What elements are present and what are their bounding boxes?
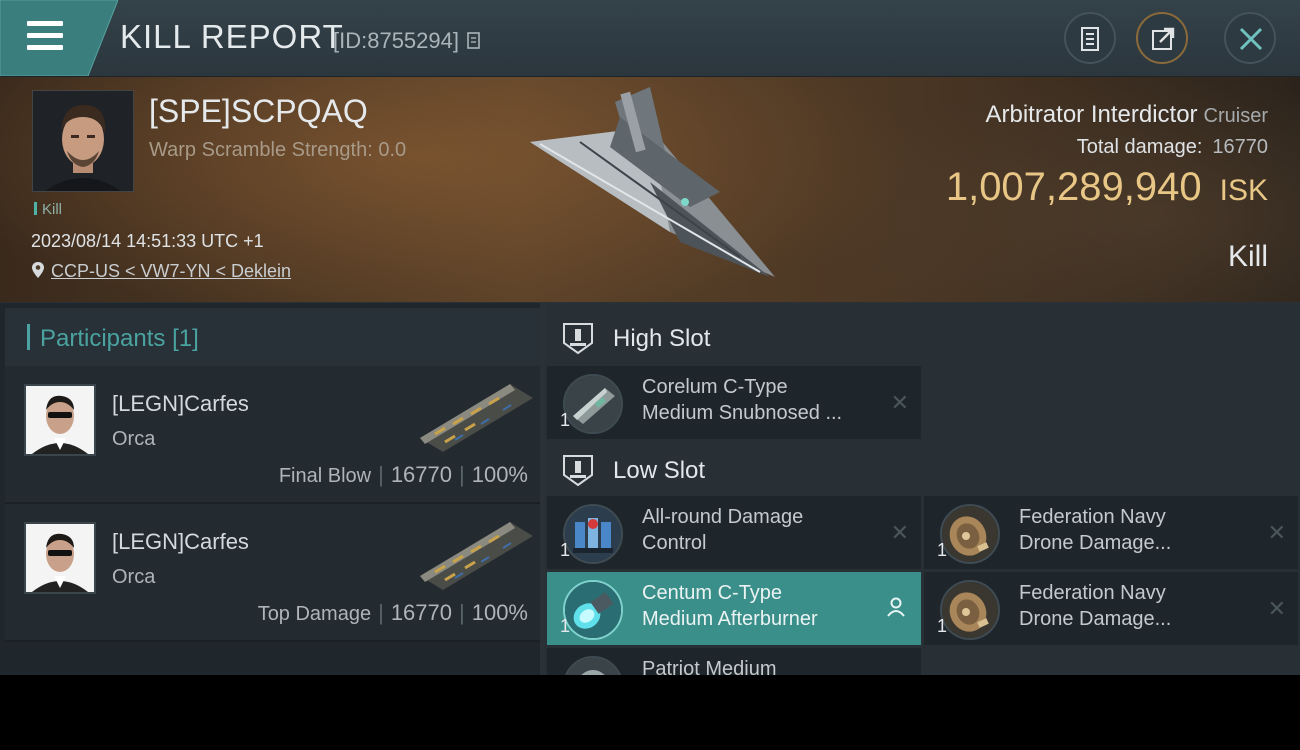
close-button[interactable] [1224,12,1276,64]
participant-damage: 16770 [390,462,452,487]
warp-scramble-strength: Warp Scramble Strength: 0.0 [149,139,407,161]
notes-icon [1081,27,1099,51]
afterburner-icon [563,580,623,640]
participant-role: Top Damage [257,603,372,625]
module-item[interactable]: Patriot Medium [547,648,921,675]
module-quantity: 1 [937,540,948,560]
module-item[interactable]: 1 Federation Navy Drone Damage... ✕ [924,496,1298,569]
participant-ship: Orca [112,566,156,588]
ship-class: Cruiser [1203,105,1268,127]
module-name-line1: Centum C-Type [642,582,783,604]
snubnosed-launcher-icon [563,374,623,434]
participant-name[interactable]: [LEGN]Carfes [112,391,249,417]
report-id-text: [ID:8755294] [333,28,459,53]
kill-location[interactable]: CCP-US < VW7-YN < Deklein [31,261,291,282]
participant-avatar[interactable] [24,384,96,456]
location-link[interactable]: CCP-US < VW7-YN < Deklein [51,261,291,281]
kill-datetime: 2023/08/14 14:51:33 UTC +1 [31,231,264,251]
low-slot-icon [563,455,593,487]
module-name-line2: Drone Damage... [1019,608,1172,630]
share-button[interactable] [1136,12,1188,64]
report-id: [ID:8755294] [333,28,481,54]
drone-damage-amplifier-icon [940,580,1000,640]
participants-header[interactable]: Participants [1] [5,308,540,366]
drone-damage-amplifier-icon [940,504,1000,564]
participant-row[interactable]: [LEGN]Carfes Orca Top Damage | 16770 | 100 [5,504,540,642]
victim-portrait[interactable] [32,90,134,192]
module-name-line2: Medium Afterburner [642,608,818,630]
victim-banner: [SPE]SCPQAQ Warp Scramble Strength: 0.0 … [0,77,1300,302]
low-slot-header: Low Slot [545,439,1300,499]
module-name-line1: Federation Navy [1019,506,1166,528]
module-name-line2: Medium Snubnosed ... [642,402,843,424]
share-icon [1152,27,1175,50]
module-quantity: 1 [560,410,571,430]
total-damage-value: 16770 [1212,136,1268,158]
participant-name[interactable]: [LEGN]Carfes [112,529,249,555]
module-item[interactable]: 1 Federation Navy Drone Damage... ✕ [924,572,1298,645]
high-slot-title: High Slot [613,325,711,352]
module-name-line1: Patriot Medium [642,658,777,675]
participant-row[interactable]: [LEGN]Carfes Orca Final Blow | 16770 | 100 [5,366,540,504]
participant-ship: Orca [112,428,156,450]
module-quantity: 1 [937,616,948,636]
low-slot-title: Low Slot [613,457,706,484]
participants-label: Participants [40,325,166,352]
copy-icon[interactable] [467,32,481,50]
participants-panel: Participants [1] [LEGN]Carfes Orca Final… [0,303,540,675]
shield-module-icon [563,656,623,675]
module-name-line1: All-round Damage [642,506,804,528]
destroyed-icon: ✕ [890,390,909,415]
kill-badge-label: Kill [42,201,63,218]
participant-ship-image [415,376,535,461]
victim-ship: Arbitrator Interdictor Cruiser [985,101,1268,129]
high-slot-icon [563,323,593,355]
victim-pilot-name[interactable]: [SPE]SCPQAQ [149,93,368,130]
participant-percent: 100% [471,462,528,487]
participant-avatar[interactable] [24,522,96,594]
isk-unit: ISK [1219,174,1268,207]
participant-damage: 16770 [390,600,452,625]
ship-name: Arbitrator Interdictor [985,101,1198,128]
close-icon [1239,27,1263,51]
isk-amount: 1,007,289,940 [945,165,1202,209]
module-name-line1: Federation Navy [1019,582,1166,604]
high-slot-header: High Slot [545,307,1300,367]
total-damage-label: Total damage: [1076,136,1203,158]
module-quantity: 1 [560,616,571,636]
fittings-panel: High Slot 1 Corelum C-Type Medium Snubno… [545,303,1300,675]
participants-title: Participants [1] [27,324,199,353]
kill-badge: Kill [34,201,62,218]
header-bar: KILL REPORT [ID:8755294] [0,0,1300,77]
damage-control-icon [563,504,623,564]
participant-stats: Final Blow | 16770 | 100% [278,462,528,487]
victim-ship-image [520,82,780,297]
module-quantity: 1 [560,540,571,560]
participant-stats: Top Damage | 16770 | 100% [257,600,528,625]
module-name-line2: Control [642,532,707,554]
menu-icon [27,21,63,50]
module-item[interactable]: 1 Centum C-Type Medium Afterburner [547,572,921,645]
destroyed-icon: ✕ [1267,596,1286,621]
location-pin-icon [32,262,44,278]
participants-count: [1] [172,325,199,352]
module-item[interactable]: 1 Corelum C-Type Medium Snubnosed ... ✕ [547,366,921,439]
module-name-line2: Drone Damage... [1019,532,1172,554]
participant-percent: 100% [471,600,528,625]
menu-button[interactable] [0,0,118,76]
person-icon [887,597,905,617]
notes-button[interactable] [1064,12,1116,64]
kill-result: Kill [1227,240,1268,273]
kill-report-window: KILL REPORT [ID:8755294] [SPE]SCPQAQ War… [0,0,1300,675]
page-title: KILL REPORT [120,18,344,55]
isk-value: 1,007,289,940 ISK [946,165,1268,210]
module-name-line1: Corelum C-Type [642,376,788,398]
participant-ship-image [415,514,535,599]
destroyed-icon: ✕ [890,520,909,545]
module-item[interactable]: 1 All-round Damage Control ✕ [547,496,921,569]
total-damage: Total damage: 16770 [1077,136,1268,159]
participant-role: Final Blow [278,465,372,487]
destroyed-icon: ✕ [1267,520,1286,545]
